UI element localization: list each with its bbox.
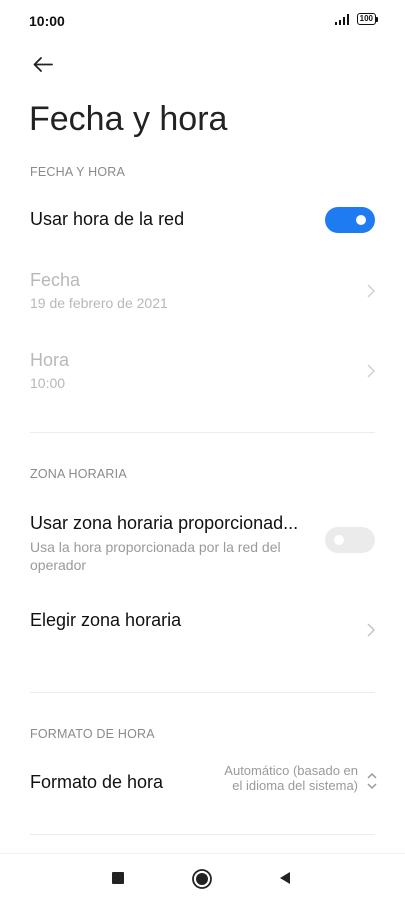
setting-time[interactable]: Hora 10:00 bbox=[0, 342, 405, 402]
battery-level: 100 bbox=[356, 13, 376, 25]
back-button[interactable] bbox=[28, 50, 58, 80]
status-time: 10:00 bbox=[29, 13, 65, 29]
setting-time-format[interactable]: Formato de hora Automático (basado en el… bbox=[0, 760, 405, 810]
signal-icon bbox=[334, 13, 351, 25]
setting-date[interactable]: Fecha 19 de febrero de 2021 bbox=[0, 262, 405, 322]
page-title: Fecha y hora bbox=[29, 100, 228, 138]
setting-value: Automático (basado en el idioma del sist… bbox=[224, 763, 358, 793]
chevron-up-down-icon bbox=[367, 772, 377, 790]
setting-label: Fecha bbox=[30, 270, 81, 290]
toggle-knob bbox=[356, 215, 366, 225]
setting-label: Usar zona horaria proporcionad... bbox=[30, 513, 299, 533]
use-network-zone-toggle[interactable] bbox=[325, 527, 375, 553]
use-network-time-toggle[interactable] bbox=[325, 207, 375, 233]
chevron-right-icon bbox=[367, 284, 376, 298]
setting-value: 10:00 bbox=[30, 375, 66, 391]
navigation-bar bbox=[0, 853, 405, 903]
setting-description: Usa la hora proporcionada por la red del… bbox=[30, 539, 281, 573]
battery-icon: 100 bbox=[356, 13, 378, 25]
chevron-right-icon bbox=[367, 364, 376, 378]
setting-use-network-zone[interactable]: Usar zona horaria proporcionad... Usa la… bbox=[0, 505, 405, 575]
arrow-left-icon bbox=[33, 57, 53, 72]
section-header-time-format: FORMATO DE HORA bbox=[30, 727, 155, 741]
section-header-date-time: FECHA Y HORA bbox=[30, 165, 126, 179]
chevron-right-icon bbox=[367, 623, 376, 637]
setting-label: Elegir zona horaria bbox=[30, 610, 182, 630]
setting-value: 19 de febrero de 2021 bbox=[30, 295, 168, 311]
setting-choose-zone[interactable]: Elegir zona horaria bbox=[0, 598, 405, 658]
back-triangle-icon[interactable] bbox=[277, 870, 293, 886]
toggle-knob bbox=[334, 535, 344, 545]
setting-label: Formato de hora bbox=[30, 772, 164, 792]
home-circle-icon[interactable] bbox=[191, 868, 213, 890]
section-header-time-zone: ZONA HORARIA bbox=[30, 467, 127, 481]
status-icons: 100 bbox=[334, 13, 378, 25]
setting-use-network-time[interactable]: Usar hora de la red bbox=[0, 196, 405, 246]
divider bbox=[30, 834, 375, 835]
setting-label: Hora bbox=[30, 350, 70, 370]
divider bbox=[30, 692, 375, 693]
status-bar: 10:00 100 bbox=[0, 0, 405, 44]
divider bbox=[30, 432, 375, 433]
recents-square-icon[interactable] bbox=[111, 871, 125, 885]
setting-label: Usar hora de la red bbox=[30, 209, 185, 229]
